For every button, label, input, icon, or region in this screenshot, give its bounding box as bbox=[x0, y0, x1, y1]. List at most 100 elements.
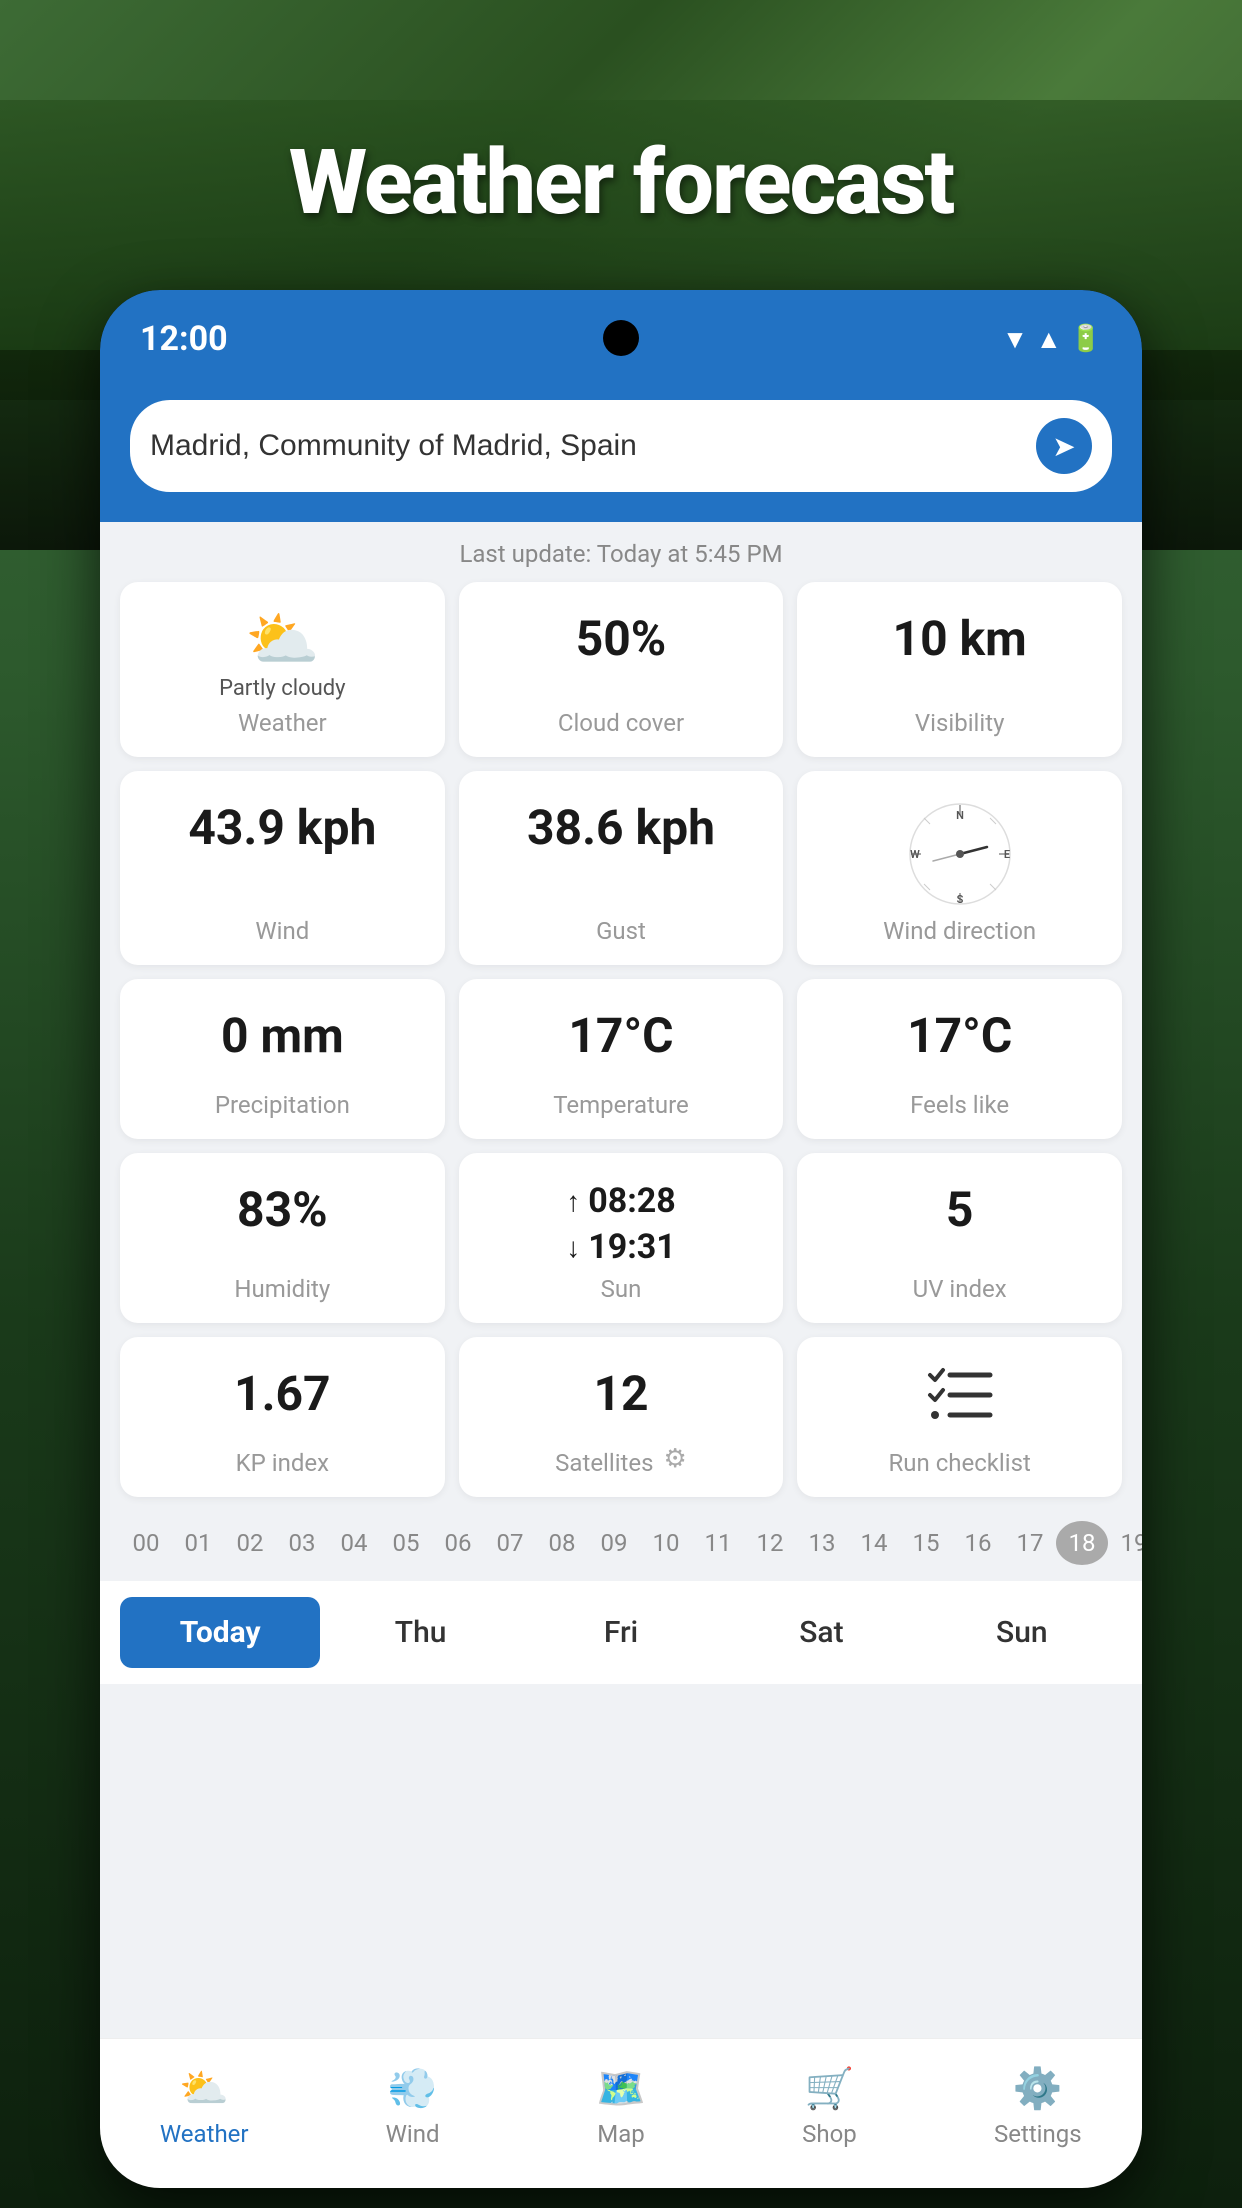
run-checklist-label: Run checklist bbox=[888, 1449, 1030, 1477]
hour-item-18[interactable]: 18 bbox=[1056, 1521, 1108, 1565]
page-title-area: Weather forecast bbox=[0, 130, 1242, 235]
temperature-label: Temperature bbox=[553, 1091, 689, 1119]
hour-item-16[interactable]: 16 bbox=[952, 1521, 1004, 1565]
hour-item-19[interactable]: 19 bbox=[1108, 1521, 1142, 1565]
phone-camera bbox=[603, 320, 639, 356]
cloud-cover-label: Cloud cover bbox=[558, 709, 684, 737]
hour-item-02[interactable]: 02 bbox=[224, 1521, 276, 1565]
day-tab-sat[interactable]: Sat bbox=[721, 1597, 921, 1668]
nav-item-settings[interactable]: ⚙️Settings bbox=[934, 2055, 1142, 2158]
wind-label: Wind bbox=[255, 917, 309, 945]
weather-icon-area: ⛅ Partly cloudy bbox=[219, 610, 346, 701]
visibility-card[interactable]: 10 km Visibility bbox=[797, 582, 1122, 757]
satellites-settings-icon[interactable]: ⚙ bbox=[664, 1444, 687, 1474]
checklist-icon bbox=[925, 1365, 995, 1435]
feels-like-card[interactable]: 17°C Feels like bbox=[797, 979, 1122, 1139]
hour-item-05[interactable]: 05 bbox=[380, 1521, 432, 1565]
satellites-card[interactable]: 12 Satellites ⚙ bbox=[459, 1337, 784, 1497]
kp-index-value: 1.67 bbox=[234, 1365, 331, 1422]
cloud-cover-value: 50% bbox=[576, 610, 667, 667]
satellites-content: 12 bbox=[479, 1365, 764, 1422]
hour-item-15[interactable]: 15 bbox=[900, 1521, 952, 1565]
hour-item-08[interactable]: 08 bbox=[536, 1521, 588, 1565]
checklist-svg bbox=[925, 1365, 995, 1425]
hour-item-04[interactable]: 04 bbox=[328, 1521, 380, 1565]
visibility-label: Visibility bbox=[915, 709, 1005, 737]
wind-direction-card[interactable]: N S W E Wind direction bbox=[797, 771, 1122, 965]
hour-item-11[interactable]: 11 bbox=[692, 1521, 744, 1565]
cloud-cover-card[interactable]: 50% Cloud cover bbox=[459, 582, 784, 757]
satellites-label: Satellites bbox=[555, 1449, 653, 1477]
sunset-arrow: ↓ bbox=[566, 1231, 580, 1264]
humidity-value: 83% bbox=[237, 1181, 328, 1238]
temperature-card[interactable]: 17°C Temperature bbox=[459, 979, 784, 1139]
status-icons: ▼ ▲ 🔋 bbox=[1002, 324, 1102, 355]
feels-like-value: 17°C bbox=[907, 1007, 1012, 1064]
sun-card[interactable]: ↑ 08:28 ↓ 19:31 Sun bbox=[459, 1153, 784, 1323]
uv-index-label: UV index bbox=[913, 1275, 1007, 1303]
location-search-input[interactable] bbox=[150, 429, 1020, 463]
hour-item-06[interactable]: 06 bbox=[432, 1521, 484, 1565]
day-tab-today[interactable]: Today bbox=[120, 1597, 320, 1668]
hour-item-00[interactable]: 00 bbox=[120, 1521, 172, 1565]
weather-label: Weather bbox=[238, 709, 327, 737]
last-update-text: Last update: Today at 5:45 PM bbox=[100, 522, 1142, 582]
compass: N S W E bbox=[905, 799, 1015, 909]
sunrise-arrow: ↑ bbox=[566, 1185, 580, 1218]
day-tab-thu[interactable]: Thu bbox=[320, 1597, 520, 1668]
day-tab-fri[interactable]: Fri bbox=[521, 1597, 721, 1668]
sun-label: Sun bbox=[601, 1275, 642, 1303]
svg-text:E: E bbox=[1004, 848, 1010, 861]
satellites-footer: Satellites ⚙ bbox=[555, 1441, 687, 1477]
app-body: ➤ Last update: Today at 5:45 PM ⛅ Partly… bbox=[100, 380, 1142, 2188]
signal-icon: ▲ bbox=[1036, 324, 1062, 355]
hour-item-01[interactable]: 01 bbox=[172, 1521, 224, 1565]
wind-card[interactable]: 43.9 kph Wind bbox=[120, 771, 445, 965]
map-nav-label: Map bbox=[597, 2120, 644, 2148]
sunrise-time: 08:28 bbox=[588, 1181, 676, 1221]
hour-item-10[interactable]: 10 bbox=[640, 1521, 692, 1565]
hour-item-03[interactable]: 03 bbox=[276, 1521, 328, 1565]
weather-nav-label: Weather bbox=[160, 2120, 249, 2148]
day-tabs: TodayThuFriSatSun bbox=[100, 1581, 1142, 1684]
phone-container: 12:00 ▼ ▲ 🔋 ➤ Last update: Today at 5:45… bbox=[100, 290, 1142, 2188]
uv-index-card[interactable]: 5 UV index bbox=[797, 1153, 1122, 1323]
uv-index-value: 5 bbox=[946, 1181, 974, 1238]
nav-item-weather[interactable]: ⛅Weather bbox=[100, 2055, 308, 2158]
hour-item-14[interactable]: 14 bbox=[848, 1521, 900, 1565]
nav-item-shop[interactable]: 🛒Shop bbox=[725, 2055, 933, 2158]
run-checklist-card[interactable]: Run checklist bbox=[797, 1337, 1122, 1497]
wind-nav-label: Wind bbox=[386, 2120, 440, 2148]
location-icon: ➤ bbox=[1052, 430, 1075, 463]
nav-item-wind[interactable]: 💨 Wind bbox=[308, 2055, 516, 2158]
sunset-row: ↓ 19:31 bbox=[566, 1227, 676, 1267]
hour-item-12[interactable]: 12 bbox=[744, 1521, 796, 1565]
wifi-icon: ▼ bbox=[1002, 324, 1028, 355]
hour-item-07[interactable]: 07 bbox=[484, 1521, 536, 1565]
hour-item-09[interactable]: 09 bbox=[588, 1521, 640, 1565]
hour-item-13[interactable]: 13 bbox=[796, 1521, 848, 1565]
precipitation-label: Precipitation bbox=[215, 1091, 350, 1119]
weather-description: Partly cloudy bbox=[219, 676, 346, 701]
day-tab-sun[interactable]: Sun bbox=[922, 1597, 1122, 1668]
sunrise-row: ↑ 08:28 bbox=[566, 1181, 676, 1221]
search-bar: ➤ bbox=[130, 400, 1112, 492]
gust-card[interactable]: 38.6 kph Gust bbox=[459, 771, 784, 965]
settings-nav-icon: ⚙️ bbox=[1013, 2065, 1063, 2112]
humidity-card[interactable]: 83% Humidity bbox=[120, 1153, 445, 1323]
nav-item-map[interactable]: 🗺️Map bbox=[517, 2055, 725, 2158]
svg-text:S: S bbox=[956, 893, 963, 906]
hour-item-17[interactable]: 17 bbox=[1004, 1521, 1056, 1565]
temperature-value: 17°C bbox=[568, 1007, 673, 1064]
gust-label: Gust bbox=[596, 917, 646, 945]
precipitation-card[interactable]: 0 mm Precipitation bbox=[120, 979, 445, 1139]
kp-index-card[interactable]: 1.67 KP index bbox=[120, 1337, 445, 1497]
precipitation-value: 0 mm bbox=[221, 1007, 344, 1064]
svg-text:N: N bbox=[956, 809, 964, 822]
shop-nav-label: Shop bbox=[802, 2120, 857, 2148]
wind-nav-icon: 💨 bbox=[388, 2065, 438, 2112]
compass-svg: N S W E bbox=[905, 799, 1015, 909]
location-button[interactable]: ➤ bbox=[1036, 418, 1092, 474]
weather-card[interactable]: ⛅ Partly cloudy Weather bbox=[120, 582, 445, 757]
battery-icon: 🔋 bbox=[1070, 324, 1102, 354]
